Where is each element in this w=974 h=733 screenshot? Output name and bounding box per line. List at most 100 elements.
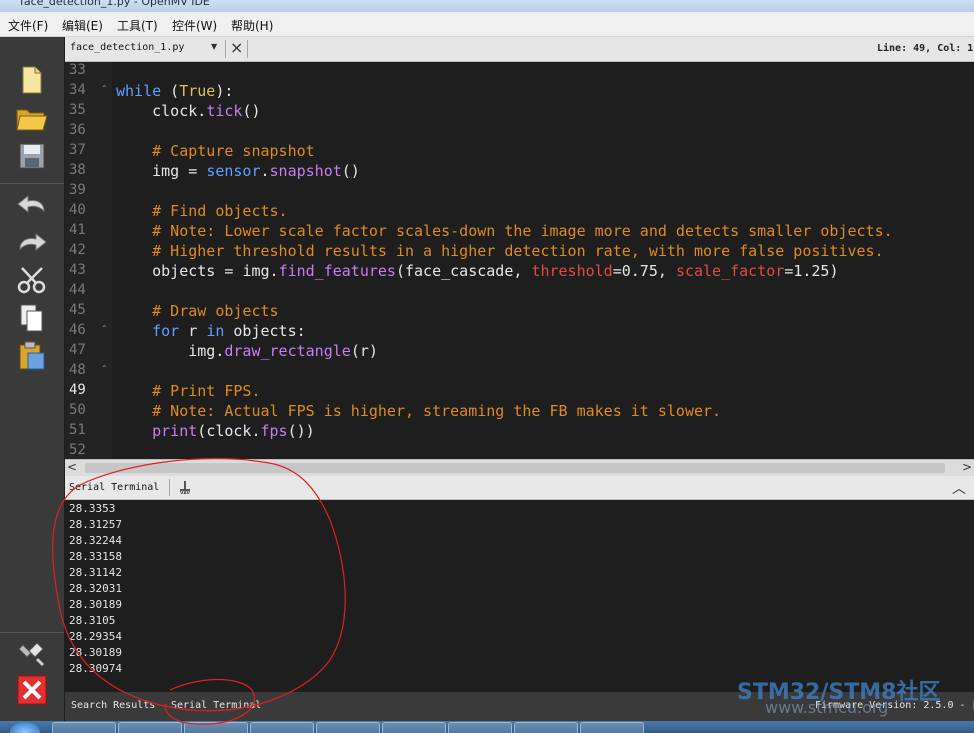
- connect-icon[interactable]: [12, 635, 52, 669]
- code-line[interactable]: 43 objects = img.find_features(face_casc…: [65, 261, 974, 281]
- code-line[interactable]: 42 # Higher threshold results in a highe…: [65, 241, 974, 261]
- line-number: 50: [69, 402, 86, 418]
- clear-terminal-icon[interactable]: [177, 480, 193, 495]
- paste-icon[interactable]: [12, 339, 52, 373]
- taskbar-item[interactable]: [118, 722, 182, 733]
- disconnect-icon[interactable]: [12, 673, 52, 707]
- terminal-line: 28.30189: [69, 646, 122, 659]
- redo-icon[interactable]: [12, 225, 52, 259]
- code-line[interactable]: 46 ⌃ for r in objects:: [65, 321, 974, 341]
- code-line[interactable]: 44: [65, 281, 974, 301]
- scroll-left-icon[interactable]: <: [67, 460, 77, 474]
- code-text: # Higher threshold results in a higher d…: [152, 242, 884, 260]
- terminal-line: 28.3353: [69, 502, 116, 515]
- copy-icon[interactable]: [12, 301, 52, 335]
- menu-file[interactable]: 文件(F): [8, 17, 48, 34]
- code-line[interactable]: 50 # Note: Actual FPS is higher, streami…: [65, 401, 974, 421]
- line-number: 33: [69, 62, 86, 78]
- editor-tab-strip: face_detection_1.py ▼ × Line: 49, Col: 1: [65, 37, 974, 62]
- scroll-right-icon[interactable]: >: [962, 460, 972, 474]
- code-text: # Capture snapshot: [152, 142, 315, 160]
- line-number: 43: [69, 262, 86, 278]
- code-line[interactable]: 41 # Note: Lower scale factor scales-dow…: [65, 221, 974, 241]
- code-editor[interactable]: 33 34 ⌃ while (True): 35 clock.tick() 36 37 # …: [65, 62, 974, 459]
- line-number: 42: [69, 242, 86, 258]
- taskbar-item[interactable]: [382, 722, 446, 733]
- line-number: 38: [69, 162, 86, 178]
- horizontal-scrollbar[interactable]: < >: [65, 459, 974, 476]
- close-icon[interactable]: ×: [230, 38, 243, 57]
- menu-help[interactable]: 帮助(H): [231, 17, 273, 34]
- terminal-line: 28.3105: [69, 614, 116, 627]
- taskbar-item[interactable]: [184, 722, 248, 733]
- code-line[interactable]: 35 clock.tick(): [65, 101, 974, 121]
- code-line[interactable]: 49 # Print FPS.: [65, 381, 974, 401]
- terminal-line: 28.30189: [69, 598, 122, 611]
- code-line[interactable]: 45 # Draw objects: [65, 301, 974, 321]
- line-number: 37: [69, 142, 86, 158]
- line-number: 34: [69, 82, 86, 98]
- menu-bar: 文件(F) 编辑(E) 工具(T) 控件(W) 帮助(H): [0, 12, 974, 37]
- taskbar-item[interactable]: [580, 722, 644, 733]
- code-text: # Note: Actual FPS is higher, streaming …: [152, 402, 722, 420]
- menu-edit[interactable]: 编辑(E): [62, 17, 103, 34]
- taskbar-item[interactable]: [514, 722, 578, 733]
- code-text: # Note: Lower scale factor scales-down t…: [152, 222, 893, 240]
- cursor-position: Line: 49, Col: 1: [877, 43, 974, 54]
- menu-widgets[interactable]: 控件(W): [172, 17, 217, 34]
- code-text: print(clock.fps()): [152, 422, 315, 440]
- code-text: img.draw_rectangle(r): [188, 342, 378, 360]
- menu-tools[interactable]: 工具(T): [117, 17, 158, 34]
- code-line[interactable]: 37 # Capture snapshot: [65, 141, 974, 161]
- serial-terminal-output[interactable]: 28.3353 28.31257 28.32244 28.33158 28.31142 2…: [65, 500, 974, 692]
- file-selector[interactable]: face_detection_1.py: [70, 42, 184, 53]
- line-number: 35: [69, 102, 86, 118]
- terminal-line: 28.33158: [69, 550, 122, 563]
- taskbar-item[interactable]: [250, 722, 314, 733]
- scroll-thumb[interactable]: [85, 463, 945, 473]
- new-file-icon[interactable]: [12, 63, 52, 97]
- line-number: 45: [69, 302, 86, 318]
- taskbar-item[interactable]: [52, 722, 116, 733]
- fold-marker-icon[interactable]: ⌃: [101, 324, 108, 333]
- code-line[interactable]: 36: [65, 121, 974, 141]
- line-number: 49: [69, 382, 86, 398]
- save-icon[interactable]: [12, 139, 52, 173]
- code-line[interactable]: 51 print(clock.fps()): [65, 421, 974, 441]
- code-text: # Draw objects: [152, 302, 279, 320]
- cut-icon[interactable]: [12, 263, 52, 297]
- open-folder-icon[interactable]: [12, 101, 52, 135]
- terminal-line: 28.32031: [69, 582, 122, 595]
- fold-marker-icon[interactable]: ⌃: [101, 364, 108, 373]
- window-title: face_detection_1.py - OpenMV IDE: [20, 0, 210, 8]
- code-line[interactable]: 52: [65, 441, 974, 459]
- code-text: img = sensor.snapshot(): [152, 162, 360, 180]
- chevron-down-icon[interactable]: ▼: [211, 42, 217, 51]
- line-number: 41: [69, 222, 86, 238]
- taskbar-item[interactable]: [448, 722, 512, 733]
- code-line[interactable]: 48 ⌃: [65, 361, 974, 381]
- line-number: 47: [69, 342, 86, 358]
- code-text: # Print FPS.: [152, 382, 261, 400]
- code-line[interactable]: 33: [65, 62, 974, 81]
- code-text: clock.tick(): [152, 102, 261, 120]
- chevron-up-icon[interactable]: ︿: [952, 478, 966, 498]
- line-number: 44: [69, 282, 86, 298]
- start-orb[interactable]: [10, 722, 40, 733]
- tab-search-results[interactable]: Search Results: [71, 700, 155, 711]
- taskbar-item[interactable]: [316, 722, 380, 733]
- line-number: 36: [69, 122, 86, 138]
- line-number: 51: [69, 422, 86, 438]
- code-line[interactable]: 34 ⌃ while (True):: [65, 81, 974, 101]
- undo-icon[interactable]: [12, 187, 52, 221]
- terminal-line: 28.31142: [69, 566, 122, 579]
- code-line[interactable]: 38 img = sensor.snapshot(): [65, 161, 974, 181]
- code-line[interactable]: 40 # Find objects.: [65, 201, 974, 221]
- code-line[interactable]: 47 img.draw_rectangle(r): [65, 341, 974, 361]
- code-line[interactable]: 39: [65, 181, 974, 201]
- terminal-line: 28.29354: [69, 630, 122, 643]
- terminal-line: 28.32244: [69, 534, 122, 547]
- fold-marker-icon[interactable]: ⌃: [101, 84, 108, 93]
- line-number: 40: [69, 202, 86, 218]
- tab-serial-terminal[interactable]: Serial Terminal: [171, 700, 261, 711]
